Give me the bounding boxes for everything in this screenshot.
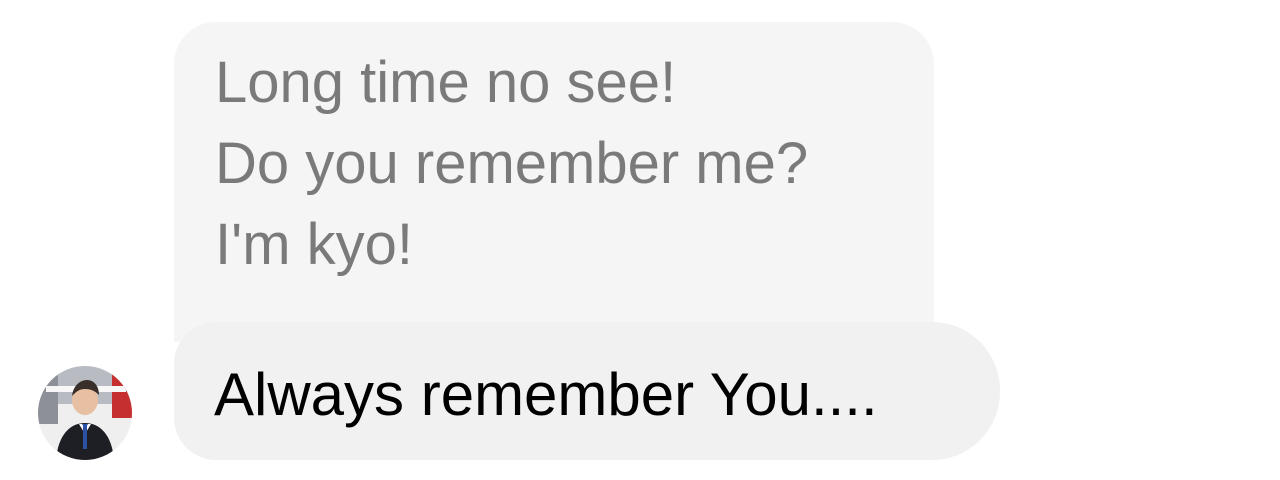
avatar[interactable] — [38, 366, 132, 460]
chat-thread: Long time no see! Do you remember me? I'… — [0, 0, 1280, 480]
reply-message-text: Always remember You.... — [214, 361, 878, 428]
incoming-message-text: Long time no see! Do you remember me? I'… — [215, 50, 809, 325]
reply-message-bubble[interactable]: Always remember You.... — [174, 322, 1000, 460]
incoming-message-bubble[interactable]: Long time no see! Do you remember me? I'… — [174, 22, 934, 342]
message-line: Do you remember me? — [215, 131, 809, 196]
user-avatar-icon — [38, 366, 132, 460]
message-line: I'm kyo! — [215, 212, 413, 277]
message-line: Long time no see! — [215, 50, 677, 115]
